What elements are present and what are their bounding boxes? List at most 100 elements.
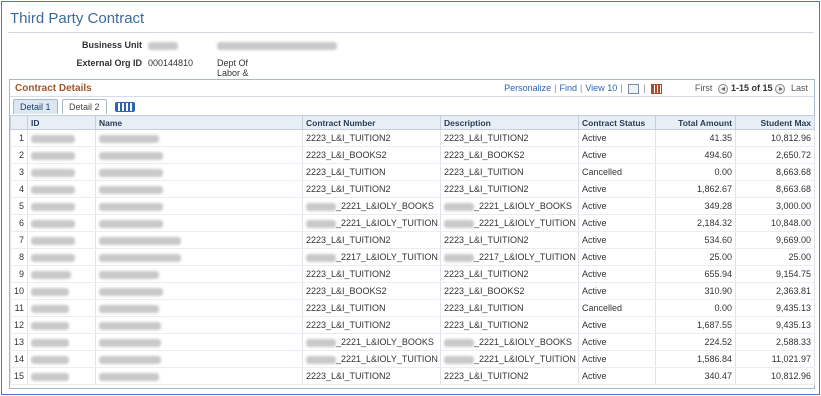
cell-student-max: 2,650.72: [735, 146, 815, 164]
cell-student-max: 9,435.13: [735, 316, 815, 334]
cell-description: 2223_L&I_TUITION2: [440, 367, 579, 385]
title-divider: [8, 32, 814, 33]
row-number: 5: [10, 197, 28, 215]
cell-total-amount: 655.94: [655, 265, 736, 283]
cell-id: [27, 333, 96, 351]
col-contract-status[interactable]: Contract Status: [578, 115, 656, 130]
table-row: 13 _2221_L&IOLY_BOOKS _2221_L&IOLY_BOOKS Ac…: [10, 333, 815, 351]
cell-contract-number: _2221_L&IOLY_BOOKS: [302, 197, 441, 215]
row-number: 2: [10, 146, 28, 164]
row-number: 3: [10, 163, 28, 181]
first-link[interactable]: First: [695, 83, 713, 93]
cell-contract-status: Active: [578, 350, 656, 368]
row-number: 6: [10, 214, 28, 232]
table-row: 5 _2221_L&IOLY_BOOKS _2221_L&IOLY_BOOKS Act…: [10, 197, 815, 215]
cell-total-amount: 0.00: [655, 163, 736, 181]
cell-description-text: _2217_L&IOLY_TUITION: [474, 252, 576, 262]
next-icon[interactable]: [775, 83, 786, 94]
cell-name: [95, 214, 303, 232]
cell-id: [27, 129, 96, 147]
find-link[interactable]: Find: [559, 83, 577, 93]
cell-id: [27, 265, 96, 283]
cell-student-max: 9,669.00: [735, 231, 815, 249]
personalize-link[interactable]: Personalize: [504, 83, 551, 93]
row-number: 1: [10, 129, 28, 147]
cell-id: [27, 316, 96, 334]
cell-description-text: _2221_L&IOLY_TUITION: [474, 354, 576, 364]
redacted-prefix: [306, 338, 336, 347]
cell-total-amount: 1,862.67: [655, 180, 736, 198]
col-contract-number[interactable]: Contract Number: [302, 115, 441, 130]
cell-total-amount: 1,687.55: [655, 316, 736, 334]
page-title: Third Party Contract: [10, 10, 145, 27]
cell-total-amount: 534.60: [655, 231, 736, 249]
col-id[interactable]: ID: [27, 115, 96, 130]
redacted-prefix: [306, 355, 336, 364]
cell-description: _2221_L&IOLY_BOOKS: [440, 197, 579, 215]
cell-total-amount: 349.28: [655, 197, 736, 215]
zoom-icon[interactable]: [627, 83, 639, 94]
table-row: 15 2223_L&I_TUITION2 2223_L&I_TUITION2 Acti…: [10, 367, 815, 385]
cell-contract-number-text: _2217_L&IOLY_TUITION: [336, 252, 438, 262]
cell-contract-number: 2223_L&I_BOOKS2: [302, 282, 441, 300]
table-row: 2 2223_L&I_BOOKS2 2223_L&I_BOOKS2 Active 494…: [10, 146, 815, 164]
cell-contract-number-text: _2221_L&IOLY_BOOKS: [336, 201, 434, 211]
cell-student-max: 8,663.68: [735, 180, 815, 198]
col-total-amount[interactable]: Total Amount: [655, 115, 736, 130]
table-row: 4 2223_L&I_TUITION2 2223_L&I_TUITION2 Activ…: [10, 180, 815, 198]
cell-contract-status: Active: [578, 214, 656, 232]
cell-contract-number: 2223_L&I_TUITION2: [302, 180, 441, 198]
table-row: 12 2223_L&I_TUITION2 2223_L&I_TUITION2 Acti…: [10, 316, 815, 334]
cell-name: [95, 163, 303, 181]
cell-id: [27, 367, 96, 385]
cell-total-amount: 1,586.84: [655, 350, 736, 368]
last-link[interactable]: Last: [791, 83, 808, 93]
cell-description: 2223_L&I_BOOKS2: [440, 146, 579, 164]
col-name[interactable]: Name: [95, 115, 303, 130]
col-student-max[interactable]: Student Max: [735, 115, 815, 130]
cell-total-amount: 310.90: [655, 282, 736, 300]
show-all-columns-icon[interactable]: [115, 102, 135, 112]
table-row: 11 2223_L&I_TUITION 2223_L&I_TUITION Cancel…: [10, 299, 815, 317]
cell-contract-number-text: _2221_L&IOLY_BOOKS: [336, 337, 434, 347]
cell-description: 2223_L&I_TUITION2: [440, 180, 579, 198]
cell-student-max: 25.00: [735, 248, 815, 266]
cell-total-amount: 25.00: [655, 248, 736, 266]
table-row: 9 2223_L&I_TUITION2 2223_L&I_TUITION2 Activ…: [10, 265, 815, 283]
cell-description: 2223_L&I_TUITION2: [440, 231, 579, 249]
table-row: 3 2223_L&I_TUITION 2223_L&I_TUITION Cancell…: [10, 163, 815, 181]
tab-detail-1[interactable]: Detail 1: [13, 99, 58, 114]
cell-student-max: 10,848.00: [735, 214, 815, 232]
page-frame: Third Party Contract Business Unit Exter…: [1, 1, 820, 395]
table-row: 10 2223_L&I_BOOKS2 2223_L&I_BOOKS2 Active 31…: [10, 282, 815, 300]
cell-contract-status: Active: [578, 316, 656, 334]
redacted-prefix: [444, 202, 474, 211]
cell-name: [95, 350, 303, 368]
row-range: 1-15 of 15: [730, 83, 773, 93]
previous-icon[interactable]: [717, 83, 728, 94]
cell-name: [95, 299, 303, 317]
cell-description: 2223_L&I_TUITION2: [440, 129, 579, 147]
cell-name: [95, 248, 303, 266]
cell-id: [27, 163, 96, 181]
row-number: 11: [10, 299, 28, 317]
download-icon[interactable]: [650, 83, 662, 94]
business-unit-value: [148, 40, 178, 50]
cell-name: [95, 129, 303, 147]
cell-contract-status: Active: [578, 197, 656, 215]
col-description[interactable]: Description: [440, 115, 579, 130]
cell-total-amount: 494.60: [655, 146, 736, 164]
view-link[interactable]: View 10: [585, 83, 617, 93]
tab-detail-2[interactable]: Detail 2: [62, 99, 107, 114]
row-number: 14: [10, 350, 28, 368]
cell-contract-number: 2223_L&I_TUITION2: [302, 129, 441, 147]
cell-description: 2223_L&I_TUITION: [440, 163, 579, 181]
cell-contract-number: _2221_L&IOLY_BOOKS: [302, 333, 441, 351]
cell-student-max: 9,154.75: [735, 265, 815, 283]
cell-contract-status: Active: [578, 180, 656, 198]
cell-contract-number: _2217_L&IOLY_TUITION: [302, 248, 441, 266]
cell-contract-number: 2223_L&I_TUITION2: [302, 265, 441, 283]
cell-id: [27, 282, 96, 300]
cell-name: [95, 231, 303, 249]
cell-name: [95, 333, 303, 351]
